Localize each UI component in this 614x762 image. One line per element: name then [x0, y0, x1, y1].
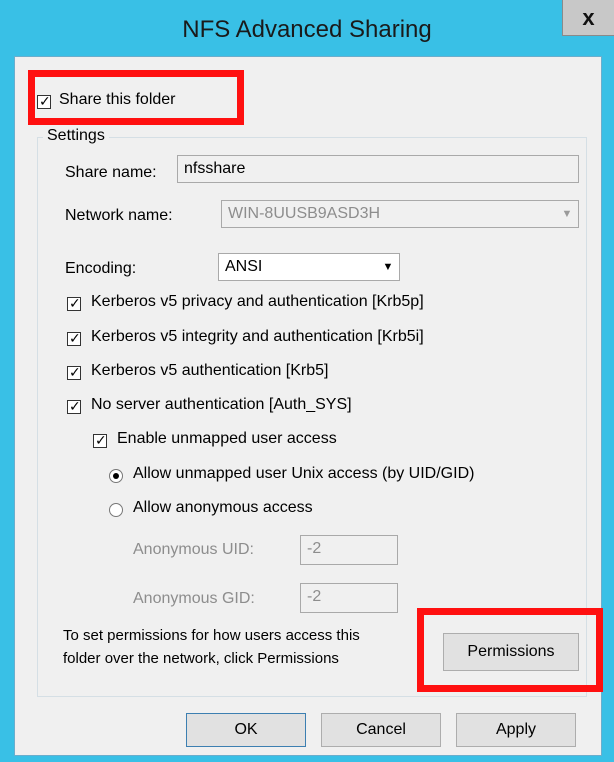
radio-selected-dot: [113, 473, 119, 479]
radio-unix-access-label[interactable]: Allow unmapped user Unix access (by UID/…: [133, 465, 474, 483]
krb5-label[interactable]: Kerberos v5 authentication [Krb5]: [91, 362, 328, 380]
ok-button[interactable]: OK: [186, 713, 306, 747]
encoding-label: Encoding:: [65, 260, 137, 277]
highlight-box-share: [28, 70, 244, 125]
krb5-checkbox[interactable]: ✓: [67, 364, 81, 380]
auth-sys-checkbox[interactable]: ✓: [67, 398, 81, 414]
apply-button[interactable]: Apply: [456, 713, 576, 747]
krb5p-label[interactable]: Kerberos v5 privacy and authentication […: [91, 293, 424, 311]
anonymous-gid-label: Anonymous GID:: [133, 590, 255, 607]
permissions-hint-line1: To set permissions for how users access …: [63, 627, 360, 644]
permissions-hint-line2: folder over the network, click Permissio…: [63, 650, 339, 667]
checkmark-icon: ✓: [95, 432, 107, 448]
enable-unmapped-label[interactable]: Enable unmapped user access: [117, 430, 337, 448]
anonymous-uid-field[interactable]: -2: [300, 535, 398, 565]
network-name-combo[interactable]: WIN-8UUSB9ASD3H ▼: [221, 200, 579, 228]
checkmark-icon: ✓: [69, 398, 81, 414]
dialog-window: NFS Advanced Sharing x ✓ Share this fold…: [0, 0, 614, 762]
chevron-down-icon: ▼: [561, 208, 573, 220]
radio-anonymous-access[interactable]: [109, 503, 123, 517]
share-name-label: Share name:: [65, 164, 157, 181]
checkmark-icon: ✓: [69, 364, 81, 380]
chevron-down-icon: ▼: [382, 261, 394, 273]
checkmark-icon: ✓: [69, 330, 81, 346]
close-button[interactable]: x: [562, 0, 614, 36]
cancel-button[interactable]: Cancel: [321, 713, 441, 747]
network-name-value: WIN-8UUSB9ASD3H: [228, 205, 381, 222]
krb5i-label[interactable]: Kerberos v5 integrity and authentication…: [91, 328, 424, 346]
anonymous-uid-label: Anonymous UID:: [133, 541, 254, 558]
network-name-label: Network name:: [65, 207, 173, 224]
highlight-box-permissions: [417, 608, 603, 692]
dialog-body: ✓ Share this folder Settings Share name:…: [14, 56, 603, 756]
window-title: NFS Advanced Sharing: [182, 16, 432, 43]
title-bar[interactable]: NFS Advanced Sharing x: [0, 0, 614, 56]
enable-unmapped-checkbox[interactable]: ✓: [93, 432, 107, 448]
krb5i-checkbox[interactable]: ✓: [67, 330, 81, 346]
encoding-value: ANSI: [225, 258, 263, 275]
krb5p-checkbox[interactable]: ✓: [67, 295, 81, 311]
checkmark-icon: ✓: [69, 295, 81, 311]
radio-unix-access[interactable]: [109, 469, 123, 483]
anonymous-gid-field[interactable]: -2: [300, 583, 398, 613]
share-name-field[interactable]: nfsshare: [177, 155, 579, 183]
auth-sys-label[interactable]: No server authentication [Auth_SYS]: [91, 396, 352, 414]
encoding-combo[interactable]: ANSI ▼: [218, 253, 400, 281]
radio-anonymous-access-label[interactable]: Allow anonymous access: [133, 499, 313, 517]
settings-group-label: Settings: [43, 127, 109, 145]
